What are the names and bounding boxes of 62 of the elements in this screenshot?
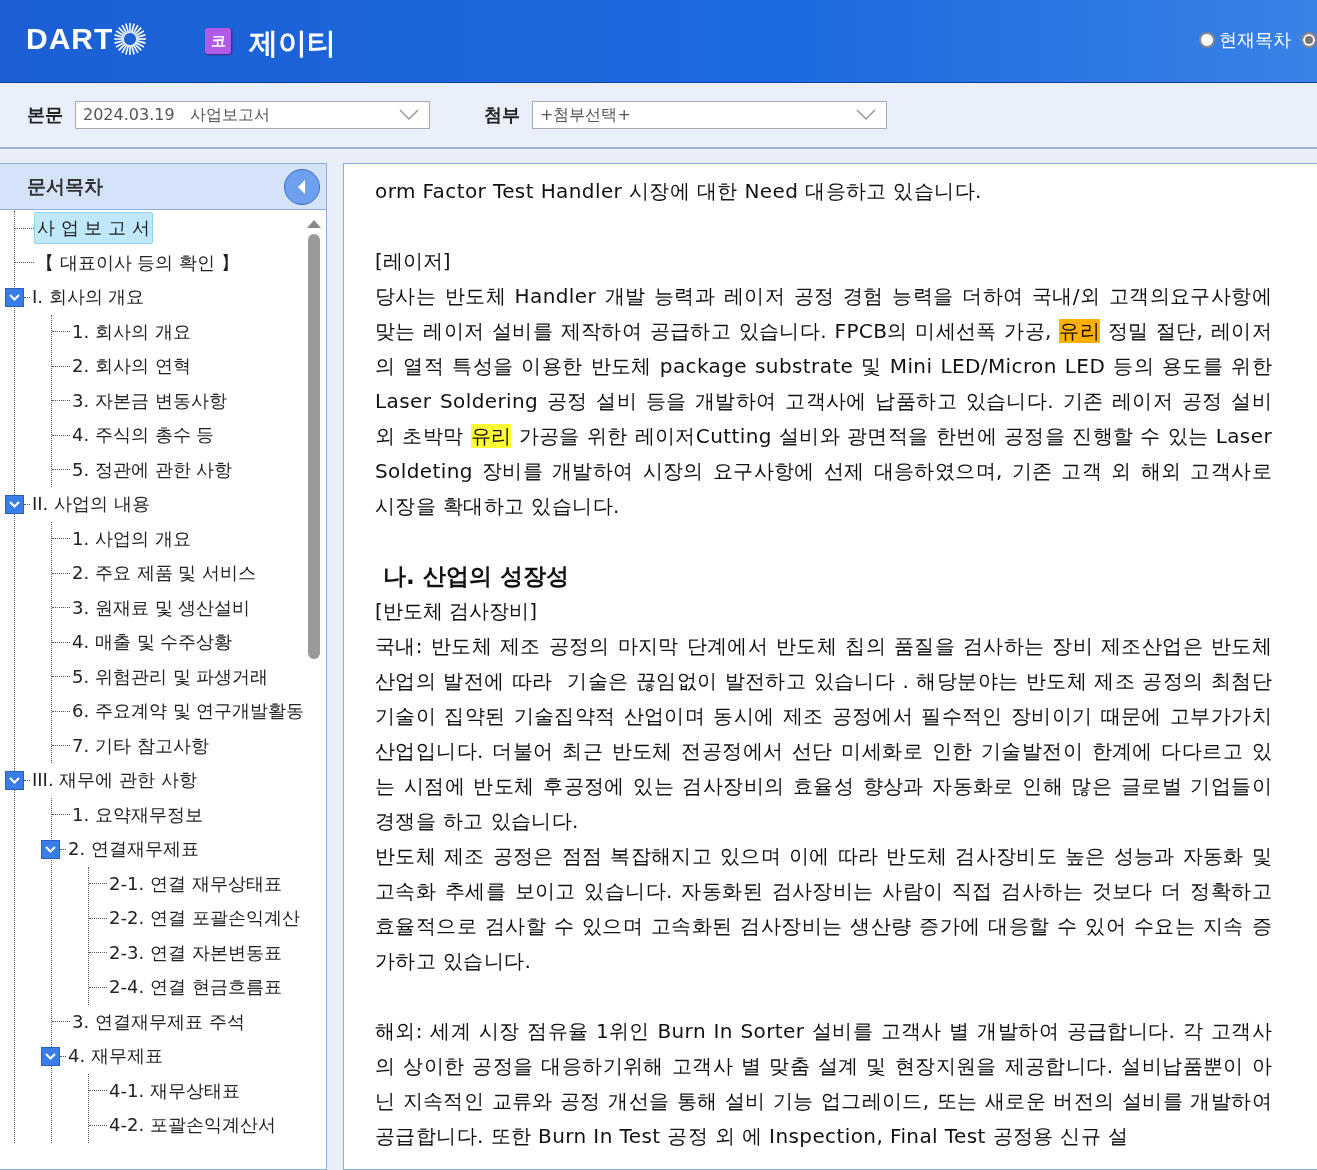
toc-item[interactable]: 4. 주식의 총수 등	[70, 420, 217, 451]
panel-title: 문서목차	[27, 173, 103, 199]
select-field[interactable]: 2024.03.19 사업보고서	[75, 101, 430, 129]
chevron-down-icon	[9, 776, 20, 784]
toc-item[interactable]: III. 재무에 관한 사항	[30, 765, 199, 796]
toc-item[interactable]: 5. 정관에 관한 사항	[70, 454, 235, 485]
body-paragraph: orm Factor Test Handler 시장에 대한 Need 대응하고 있습니다.	[375, 178, 983, 205]
subsection-label: [레이저]	[375, 248, 452, 275]
toc-item[interactable]: 3. 자본금 변동사항	[70, 385, 229, 416]
toc-item[interactable]: 6. 주요계약 및 연구개발활동	[70, 696, 307, 727]
toc-item[interactable]: 2. 회사의 연혁	[70, 351, 193, 382]
expand-toggle[interactable]	[5, 770, 24, 790]
body-paragraph: 해외: 세계 시장 점유율 1위인 Burn In Sorter 설비를 고객사 별 개발하여 공급합니다. 각 고객사의 상이한 공정을 대응하기위해 고객사 별 맞춤 설계 및 현장지원을 제공합니다. 설비납품뿐이 아닌 지속적인 교류와 공정 개선을 통해 설비 기능 업그레이드, 또는 새로운 버전의 설비를 개발하여 공급합니다. 또한 Burn In Test 공정 외 에 Inspection, Final Test 공정용 신규 설	[375, 1018, 1272, 1150]
toc-item[interactable]: 2-1. 연결 재무상태표	[107, 868, 284, 899]
toc-item[interactable]: I. 회사의 개요	[30, 282, 147, 313]
field-label: 첨부	[484, 103, 520, 127]
select-field[interactable]: +첨부선택+	[532, 101, 887, 129]
toc-item[interactable]: II. 사업의 내용	[30, 489, 152, 520]
caret-left-icon	[297, 179, 307, 194]
collapse-button[interactable]	[284, 168, 320, 205]
toc-item[interactable]: 4. 매출 및 수주상황	[70, 627, 235, 658]
company-name: 제이티	[249, 25, 337, 62]
toc-item[interactable]: 2. 연결재무제표	[66, 834, 201, 865]
toc-item[interactable]: 5. 위험관리 및 파생거래	[70, 661, 271, 692]
toc-item[interactable]: 7. 기타 참고사항	[70, 730, 211, 761]
expand-toggle[interactable]	[5, 287, 24, 307]
chevron-down-icon	[399, 109, 419, 121]
toc-item[interactable]: 1. 요약재무정보	[70, 799, 205, 830]
toc-radio-option[interactable]: 현재목차	[1199, 28, 1291, 52]
market-badge: 코	[205, 28, 232, 54]
body-paragraph: 국내: 반도체 제조 공정의 마지막 단계에서 반도체 칩의 품질을 검사하는 장비 제조산업은 반도체 산업의 발전에 따라 기술은 끊임없이 발전하고 있습니다 . 해당분야는 반도체 제조 공정의 최첨단 기술이 집약된 기술집약적 산업이며 동시에 제조 공정에서 필수적인 장비이기 때문에 고부가가치 산업입니다. 더불어 최근 반도체 전공정에서 선단 미세화로 인한 기술발전이 한계에 다다르고 있는 시점에 반도체 후공정에 있는 검사장비의 효율성 향상과 자동화로 인해 많은 글로벌 기업들이 경쟁을 하고 있습니다.	[375, 633, 1272, 835]
toc-item[interactable]: 3. 연결재무제표 주석	[70, 1006, 247, 1037]
toc-item[interactable]: 4-2. 포괄손익계산서	[107, 1110, 278, 1141]
toc-radio-option[interactable]	[1301, 32, 1317, 48]
toc-item[interactable]: 4. 재무제표	[66, 1041, 165, 1072]
dart-logo[interactable]: DART	[26, 22, 148, 56]
toc-item[interactable]: 4-1. 재무상태표	[107, 1075, 242, 1106]
sunburst-icon	[113, 22, 148, 56]
body-paragraph: 당사는 반도체 Handler 개발 능력과 레이저 공정 경험 능력을 더하여 국내/외 고객의요구사항에 맞는 레이저 설비를 제작하여 공급하고 있습니다. FPCB의 미세선폭 가공, 유리 정밀 절단, 레이저의 열적 특성을 이용한 반도체 package substrate 및 Mini LED/Micron LED 등의 용도를 위한 Laser Soldering 공정 설비 등을 개발하여 고객사에 납품하고 있습니다. 기존 레이저 공정 설비 외 초박막 유리 가공을 위한 레이저Cutting 설비와 광면적을 한번에 공정을 진행할 수 있는 Laser Soldeting 장비를 개발하여 시장의 요구사항에 선제 대응하였으며, 기존 고객 외 해외 고객사로 시장을 확대하고 있습니다.	[375, 283, 1272, 520]
toc-item[interactable]: 3. 원재료 및 생산설비	[70, 592, 253, 623]
body-paragraph: 반도체 제조 공정은 점점 복잡해지고 있으며 이에 따라 반도체 검사장비도 높은 성능과 자동화 및 고속화 추세를 보이고 있습니다. 자동화된 검사장비는 사람이 직접 검사하는 것보다 더 정확하고 효율적으로 검사할 수 있으며 고속화된 검사장비는 생산량 증가에 대응할 수 있어 수요는 지속 증가하고 있습니다.	[375, 843, 1272, 975]
toc-item[interactable]: 【 대표이사 등의 확인 】	[34, 247, 241, 278]
expand-toggle[interactable]	[5, 494, 24, 514]
toc-item[interactable]: 1. 회사의 개요	[70, 316, 193, 347]
field-label: 본문	[27, 103, 63, 127]
chevron-down-icon	[45, 845, 56, 853]
section-heading: 나. 산업의 성장성	[383, 562, 570, 591]
toc-item[interactable]: 2-2. 연결 포괄손익계산	[107, 903, 302, 934]
toc-item[interactable]: 사 업 보 고 서	[34, 212, 153, 245]
chevron-down-icon	[9, 293, 20, 301]
toc-item[interactable]: 2. 주요 제품 및 서비스	[70, 558, 259, 589]
chevron-down-icon	[45, 1052, 56, 1060]
scroll-up-arrow-icon[interactable]	[307, 220, 321, 228]
toc-item[interactable]: 1. 사업의 개요	[70, 523, 193, 554]
expand-toggle[interactable]	[41, 839, 60, 859]
scrollbar[interactable]	[308, 220, 320, 659]
expand-toggle[interactable]	[41, 1046, 60, 1066]
chevron-down-icon	[9, 500, 20, 508]
toc-item[interactable]: 2-4. 연결 현금흐름표	[107, 972, 284, 1003]
toc-item[interactable]: 2-3. 연결 자본변동표	[107, 937, 284, 968]
subsection-label: [반도체 검사장비]	[375, 598, 538, 625]
chevron-down-icon	[856, 109, 876, 121]
